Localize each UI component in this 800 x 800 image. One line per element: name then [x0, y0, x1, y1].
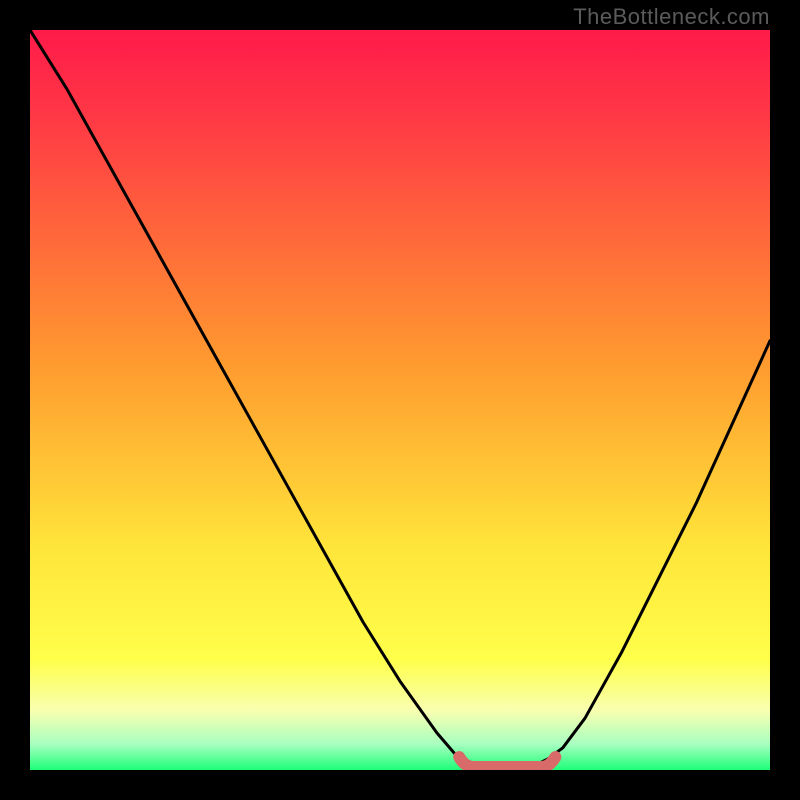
plot-area — [30, 30, 770, 770]
gradient-background — [30, 30, 770, 770]
watermark-text: TheBottleneck.com — [573, 4, 770, 30]
chart-svg — [30, 30, 770, 770]
chart-frame: TheBottleneck.com — [0, 0, 800, 800]
